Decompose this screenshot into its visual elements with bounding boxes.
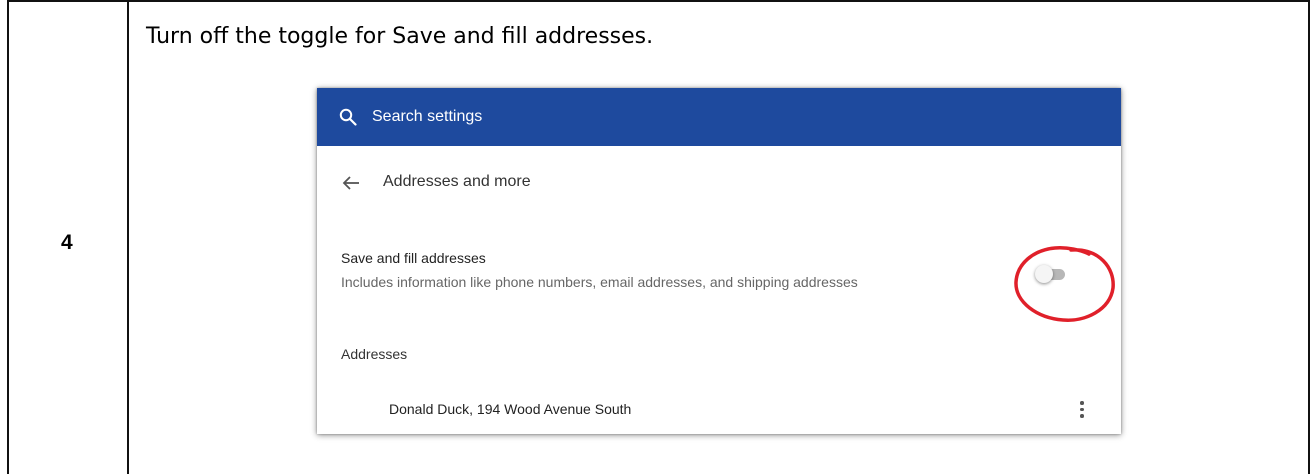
search-bar[interactable]: Search settings: [317, 88, 1121, 146]
setting-description: Includes information like phone numbers,…: [341, 274, 858, 290]
step-number-cell: 4: [9, 2, 129, 474]
address-list-item: Donald Duck, 194 Wood Avenue South: [389, 401, 632, 417]
setting-title: Save and fill addresses: [341, 250, 486, 266]
settings-screenshot: Search settings Addresses and more Save …: [317, 88, 1121, 434]
save-and-fill-addresses-toggle[interactable]: [1035, 263, 1067, 285]
more-vert-icon[interactable]: [1077, 398, 1087, 420]
step-instruction: Turn off the toggle for Save and fill ad…: [146, 24, 654, 49]
search-input[interactable]: Search settings: [372, 108, 482, 126]
page-title: Addresses and more: [383, 173, 531, 190]
step-number: 4: [61, 231, 73, 254]
arrow-back-icon[interactable]: [341, 173, 363, 193]
addresses-section-header: Addresses: [341, 346, 408, 362]
toggle-knob: [1035, 265, 1053, 283]
search-icon: [339, 108, 357, 126]
